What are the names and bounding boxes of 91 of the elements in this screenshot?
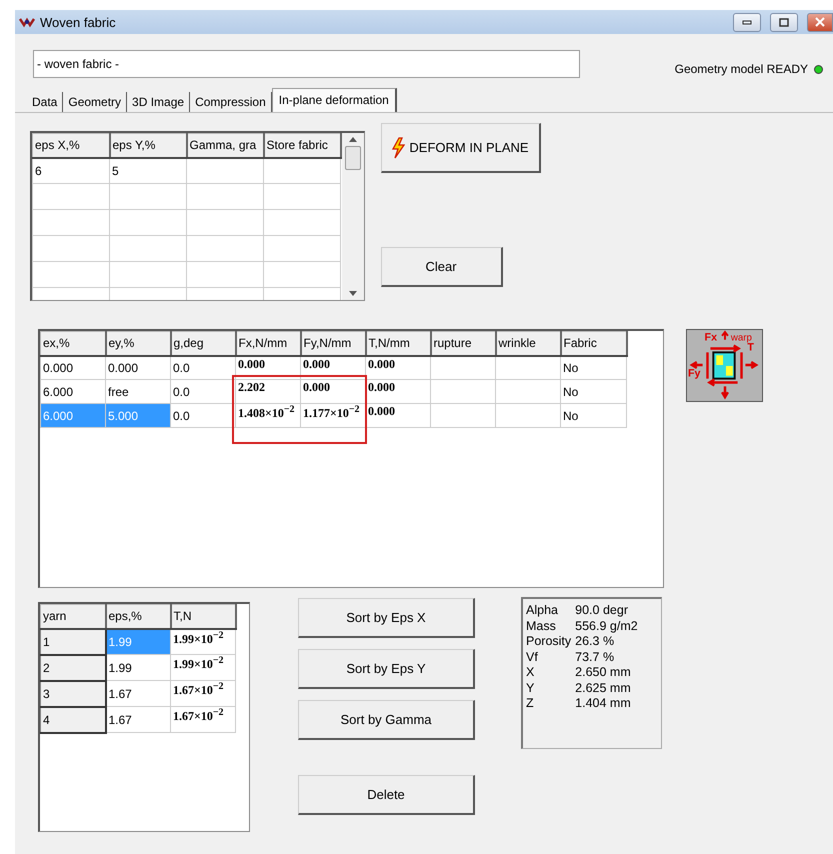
property-value: 2.650 mm	[575, 665, 632, 680]
table-cell: 1.99×10$^{−2}$	[170, 654, 236, 680]
property-label: Vf	[526, 650, 539, 665]
table-cell: 5	[110, 158, 186, 184]
table-cell: 0.000	[366, 356, 430, 380]
property-label: Porosity	[526, 634, 572, 650]
table-cell: No	[560, 404, 626, 428]
table-cell: 2.202	[236, 380, 300, 404]
row-header: 1	[40, 628, 106, 654]
delete-button[interactable]: Delete	[298, 775, 475, 815]
table-cell: 6	[32, 158, 110, 184]
column-header: Store fabric	[264, 134, 340, 158]
table-cell: 0.0	[170, 404, 236, 428]
row-header: 2	[40, 654, 106, 680]
minimize-button[interactable]	[733, 12, 761, 32]
table-cell: 0.000	[300, 380, 366, 404]
table-cell: 6.000	[40, 380, 106, 404]
property-value: 73.7 %	[575, 650, 616, 665]
table-cell: 1.177×10$^{−2}$	[300, 404, 366, 428]
table-cell: 0.000	[366, 404, 430, 428]
diagram-label: Fx	[704, 332, 718, 344]
tab[interactable]: Geometry	[63, 92, 128, 112]
property-label: X	[526, 665, 536, 680]
diagram-label: warp	[730, 332, 752, 344]
table-cell: 0.000	[366, 380, 430, 404]
maximize-icon	[779, 18, 789, 26]
property-value: 556.9 g/m2	[575, 618, 639, 634]
deform-button[interactable]: DEFORM IN PLANE	[380, 123, 540, 173]
column-header: ey,%	[106, 332, 170, 356]
table-cell: 1.99×10$^{−2}$	[170, 628, 236, 654]
property-label: Mass	[526, 618, 557, 634]
scrollbar[interactable]	[342, 133, 364, 300]
property-label: Z	[526, 696, 535, 712]
property-value: 2.625 mm	[575, 680, 632, 696]
sort-button[interactable]: Sort by Gamma	[298, 700, 475, 740]
tab[interactable]: In-plane deformation	[272, 88, 397, 113]
table-cell: 1.67×10$^{−2}$	[170, 680, 236, 706]
sort-button[interactable]: Sort by Eps X	[298, 598, 475, 638]
row-header: 3	[40, 680, 106, 706]
column-header: Fabric	[560, 332, 626, 356]
column-header: g,deg	[170, 332, 236, 356]
column-header: eps X,%	[32, 134, 110, 158]
status-text: Geometry model READY	[674, 62, 808, 76]
property-label: Alpha	[526, 603, 559, 618]
column-header: eps,%	[106, 604, 170, 628]
column-header: ex,%	[40, 332, 106, 356]
column-header: T,N/mm	[366, 332, 430, 356]
table-cell: 0.0	[170, 380, 236, 404]
property-label: Y	[526, 680, 536, 696]
tab[interactable]: Data	[27, 92, 64, 112]
table-cell: 1.99	[106, 654, 170, 680]
table-cell: 6.000	[40, 404, 106, 428]
table-cell: 0.000	[106, 356, 170, 380]
clear-button[interactable]: Clear	[380, 247, 502, 287]
table-cell: 1.67	[106, 680, 170, 706]
property-value: 26.3 %	[575, 634, 616, 650]
diagram-label: T	[747, 341, 754, 354]
table-cell: 5.000	[106, 404, 170, 428]
diagram-label: Fy	[688, 368, 700, 380]
column-header: T,N	[170, 604, 236, 628]
column-header: eps Y,%	[110, 134, 186, 158]
column-header: rupture	[430, 332, 496, 356]
property-value: 90.0 degr	[575, 603, 629, 618]
table-cell: free	[106, 380, 170, 404]
table-cell: 0.000	[40, 356, 106, 380]
name-field[interactable]: - woven fabric -	[33, 50, 580, 78]
app-icon	[19, 16, 35, 28]
minimize-icon	[742, 19, 752, 25]
close-button[interactable]	[807, 12, 833, 32]
property-value: 1.404 mm	[575, 696, 632, 712]
column-header: wrinkle	[496, 332, 560, 356]
sort-button[interactable]: Sort by Eps Y	[298, 649, 475, 689]
maximize-button[interactable]	[770, 12, 798, 32]
tab[interactable]: 3D Image	[127, 92, 190, 112]
scroll-thumb[interactable]	[344, 146, 360, 170]
column-header: yarn	[40, 604, 106, 628]
table-cell: 1.67	[106, 706, 170, 732]
lightning-icon	[391, 136, 406, 158]
column-header: Fx,N/mm	[236, 332, 300, 356]
table-cell: No	[560, 356, 626, 380]
column-header: Gamma, gra	[186, 134, 264, 158]
table-cell: 1.67×10$^{−2}$	[170, 706, 236, 732]
close-icon	[815, 17, 825, 27]
table-cell: 0.0	[170, 356, 236, 380]
table-cell: 1.408×10$^{−2}$	[236, 404, 300, 428]
scroll-down-icon[interactable]	[348, 291, 356, 296]
table-cell: No	[560, 380, 626, 404]
column-header: Fy,N/mm	[300, 332, 366, 356]
window-title: Woven fabric	[40, 14, 117, 30]
row-header: 4	[40, 706, 106, 732]
scroll-up-icon[interactable]	[348, 137, 356, 142]
